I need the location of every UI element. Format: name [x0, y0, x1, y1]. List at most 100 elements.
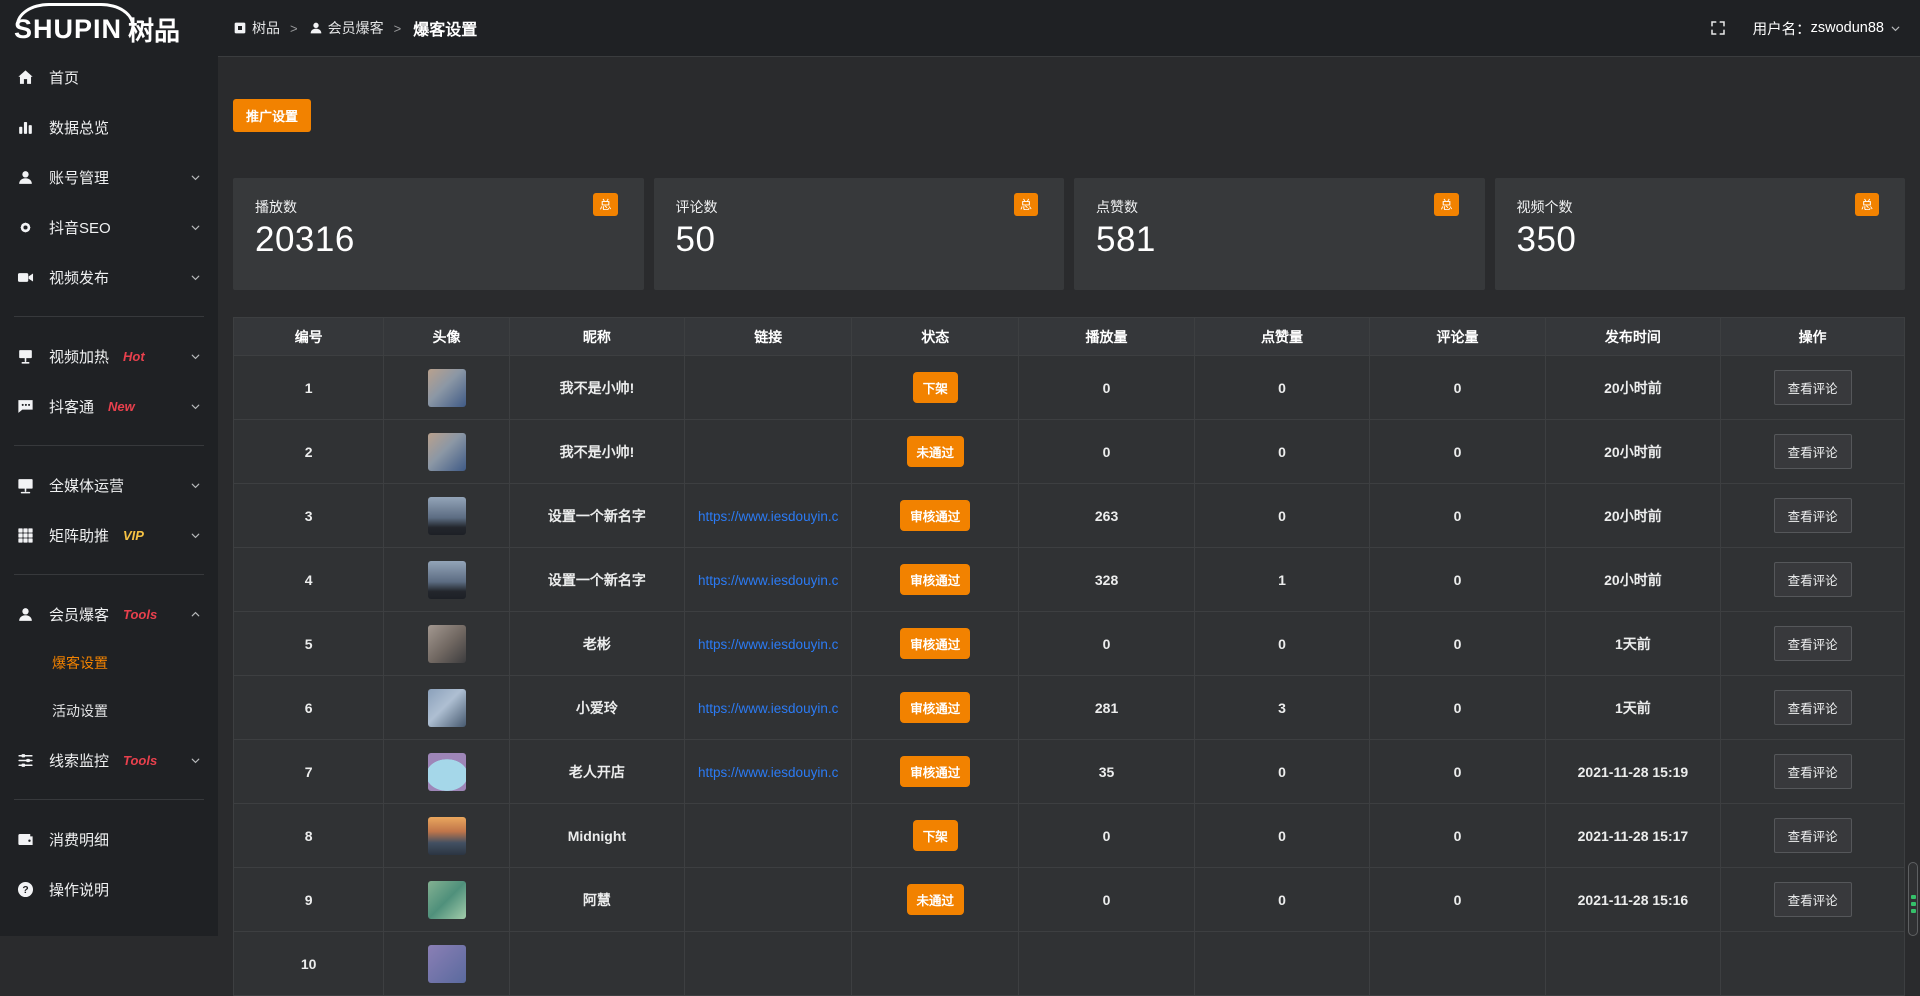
cell-nickname: 小爱玲 — [509, 676, 684, 740]
view-comments-button[interactable]: 查看评论 — [1774, 818, 1852, 853]
status-button[interactable]: 下架 — [913, 372, 958, 403]
stat-total-badge: 总 — [1855, 193, 1879, 216]
grid-icon — [16, 526, 35, 545]
promo-settings-button[interactable]: 推广设置 — [233, 99, 311, 132]
logo-arc-icon — [16, 3, 134, 25]
stat-label: 播放数 — [255, 197, 622, 217]
cell-plays: 328 — [1019, 548, 1194, 612]
cell-id: 7 — [234, 740, 384, 804]
sidebar-item-label: 视频加热 — [49, 346, 109, 367]
cell-avatar — [384, 484, 509, 548]
video-link[interactable]: https://www.iesdouyin.c — [698, 637, 838, 652]
table-row: 2我不是小帅!未通过00020小时前查看评论 — [234, 420, 1905, 484]
sidebar-item-会员爆客[interactable]: 会员爆客Tools — [0, 589, 218, 639]
sidebar-item-数据总览[interactable]: 数据总览 — [0, 102, 218, 152]
view-comments-button[interactable]: 查看评论 — [1774, 434, 1852, 469]
page-scrollbar[interactable] — [1908, 0, 1919, 936]
sidebar-item-视频加热[interactable]: 视频加热Hot — [0, 331, 218, 381]
sidebar-item-全媒体运营[interactable]: 全媒体运营 — [0, 460, 218, 510]
sidebar-item-badge: Tools — [123, 607, 157, 622]
view-comments-button[interactable]: 查看评论 — [1774, 562, 1852, 597]
breadcrumb-item-会员爆客[interactable]: 会员爆客 — [308, 18, 384, 38]
stat-label: 视频个数 — [1517, 197, 1884, 217]
cell-plays: 0 — [1019, 804, 1194, 868]
video-table-wrap: 编号头像昵称链接状态播放量点赞量评论量发布时间操作 1我不是小帅!下架00020… — [233, 317, 1905, 996]
sidebar-item-消费明细[interactable]: 消费明细 — [0, 814, 218, 864]
cell-action — [1721, 932, 1905, 996]
cell-time: 20小时前 — [1545, 484, 1720, 548]
sidebar-item-视频发布[interactable]: 视频发布 — [0, 252, 218, 302]
cell-avatar — [384, 548, 509, 612]
sidebar-item-线索监控[interactable]: 线索监控Tools — [0, 735, 218, 785]
table-body: 1我不是小帅!下架00020小时前查看评论2我不是小帅!未通过00020小时前查… — [234, 356, 1905, 996]
app-logo[interactable]: SHUPIN 树品 — [0, 0, 218, 48]
sidebar-item-抖客通[interactable]: 抖客通New — [0, 381, 218, 431]
sidebar-item-label: 抖客通 — [49, 396, 94, 417]
chevron-down-icon — [189, 754, 202, 767]
view-comments-button[interactable]: 查看评论 — [1774, 626, 1852, 661]
cell-action: 查看评论 — [1721, 740, 1905, 804]
sidebar-item-抖音SEO[interactable]: 抖音SEO — [0, 202, 218, 252]
sidebar-subitem-活动设置[interactable]: 活动设置 — [0, 687, 218, 735]
sidebar-item-首页[interactable]: 首页 — [0, 52, 218, 102]
cell-nickname: Midnight — [509, 804, 684, 868]
cell-plays: 35 — [1019, 740, 1194, 804]
cell-nickname: 我不是小帅! — [509, 420, 684, 484]
status-button[interactable]: 审核通过 — [900, 756, 970, 787]
sidebar-item-账号管理[interactable]: 账号管理 — [0, 152, 218, 202]
cell-comments: 0 — [1370, 612, 1545, 676]
sidebar-item-badge: VIP — [123, 528, 144, 543]
view-comments-button[interactable]: 查看评论 — [1774, 498, 1852, 533]
status-button[interactable]: 未通过 — [907, 436, 965, 467]
view-comments-button[interactable]: 查看评论 — [1774, 690, 1852, 725]
status-button[interactable]: 审核通过 — [900, 692, 970, 723]
cell-id: 10 — [234, 932, 384, 996]
video-link[interactable]: https://www.iesdouyin.c — [698, 573, 838, 588]
table-row: 3设置一个新名字https://www.iesdouyin.c审核通过26300… — [234, 484, 1905, 548]
cell-plays: 0 — [1019, 356, 1194, 420]
cell-id: 1 — [234, 356, 384, 420]
cell-link: https://www.iesdouyin.c — [685, 548, 852, 612]
column-header-链接: 链接 — [685, 318, 852, 356]
chevron-down-icon — [189, 400, 202, 413]
home-icon — [16, 68, 35, 87]
view-comments-button[interactable]: 查看评论 — [1774, 754, 1852, 789]
status-button[interactable]: 下架 — [913, 820, 958, 851]
status-button[interactable]: 未通过 — [907, 884, 965, 915]
cell-action: 查看评论 — [1721, 612, 1905, 676]
cell-likes: 0 — [1194, 356, 1369, 420]
view-comments-button[interactable]: 查看评论 — [1774, 882, 1852, 917]
sidebar-item-操作说明[interactable]: ?操作说明 — [0, 864, 218, 914]
cell-link: https://www.iesdouyin.c — [685, 740, 852, 804]
column-header-点赞量: 点赞量 — [1194, 318, 1369, 356]
view-comments-button[interactable]: 查看评论 — [1774, 370, 1852, 405]
chevron-down-icon — [189, 350, 202, 363]
sidebar-subitem-爆客设置[interactable]: 爆客设置 — [0, 639, 218, 687]
cell-avatar — [384, 740, 509, 804]
cell-likes: 0 — [1194, 804, 1369, 868]
status-button[interactable]: 审核通过 — [900, 628, 970, 659]
video-link[interactable]: https://www.iesdouyin.c — [698, 701, 838, 716]
video-link[interactable]: https://www.iesdouyin.c — [698, 765, 838, 780]
fullscreen-icon[interactable] — [1709, 19, 1727, 37]
breadcrumb-item-爆客设置[interactable]: 爆客设置 — [411, 16, 477, 40]
status-button[interactable]: 审核通过 — [900, 500, 970, 531]
cell-time — [1545, 932, 1720, 996]
cell-link: https://www.iesdouyin.c — [685, 612, 852, 676]
avatar — [428, 945, 466, 983]
video-link[interactable]: https://www.iesdouyin.c — [698, 509, 838, 524]
breadcrumb-item-树品[interactable]: 树品 — [232, 18, 280, 38]
user-menu[interactable]: 用户名： zswodun88 — [1753, 18, 1902, 39]
sidebar-item-矩阵助推[interactable]: 矩阵助推VIP — [0, 510, 218, 560]
scrollbar-marks — [1911, 895, 1916, 916]
column-header-发布时间: 发布时间 — [1545, 318, 1720, 356]
cell-time: 20小时前 — [1545, 420, 1720, 484]
topbar-right: 用户名： zswodun88 — [1709, 18, 1902, 39]
status-button[interactable]: 审核通过 — [900, 564, 970, 595]
cell-nickname: 老彬 — [509, 612, 684, 676]
username-label: 用户名： — [1753, 18, 1811, 39]
cell-likes: 0 — [1194, 420, 1369, 484]
cell-time: 20小时前 — [1545, 356, 1720, 420]
cell-comments: 0 — [1370, 484, 1545, 548]
video-table: 编号头像昵称链接状态播放量点赞量评论量发布时间操作 1我不是小帅!下架00020… — [233, 317, 1905, 996]
